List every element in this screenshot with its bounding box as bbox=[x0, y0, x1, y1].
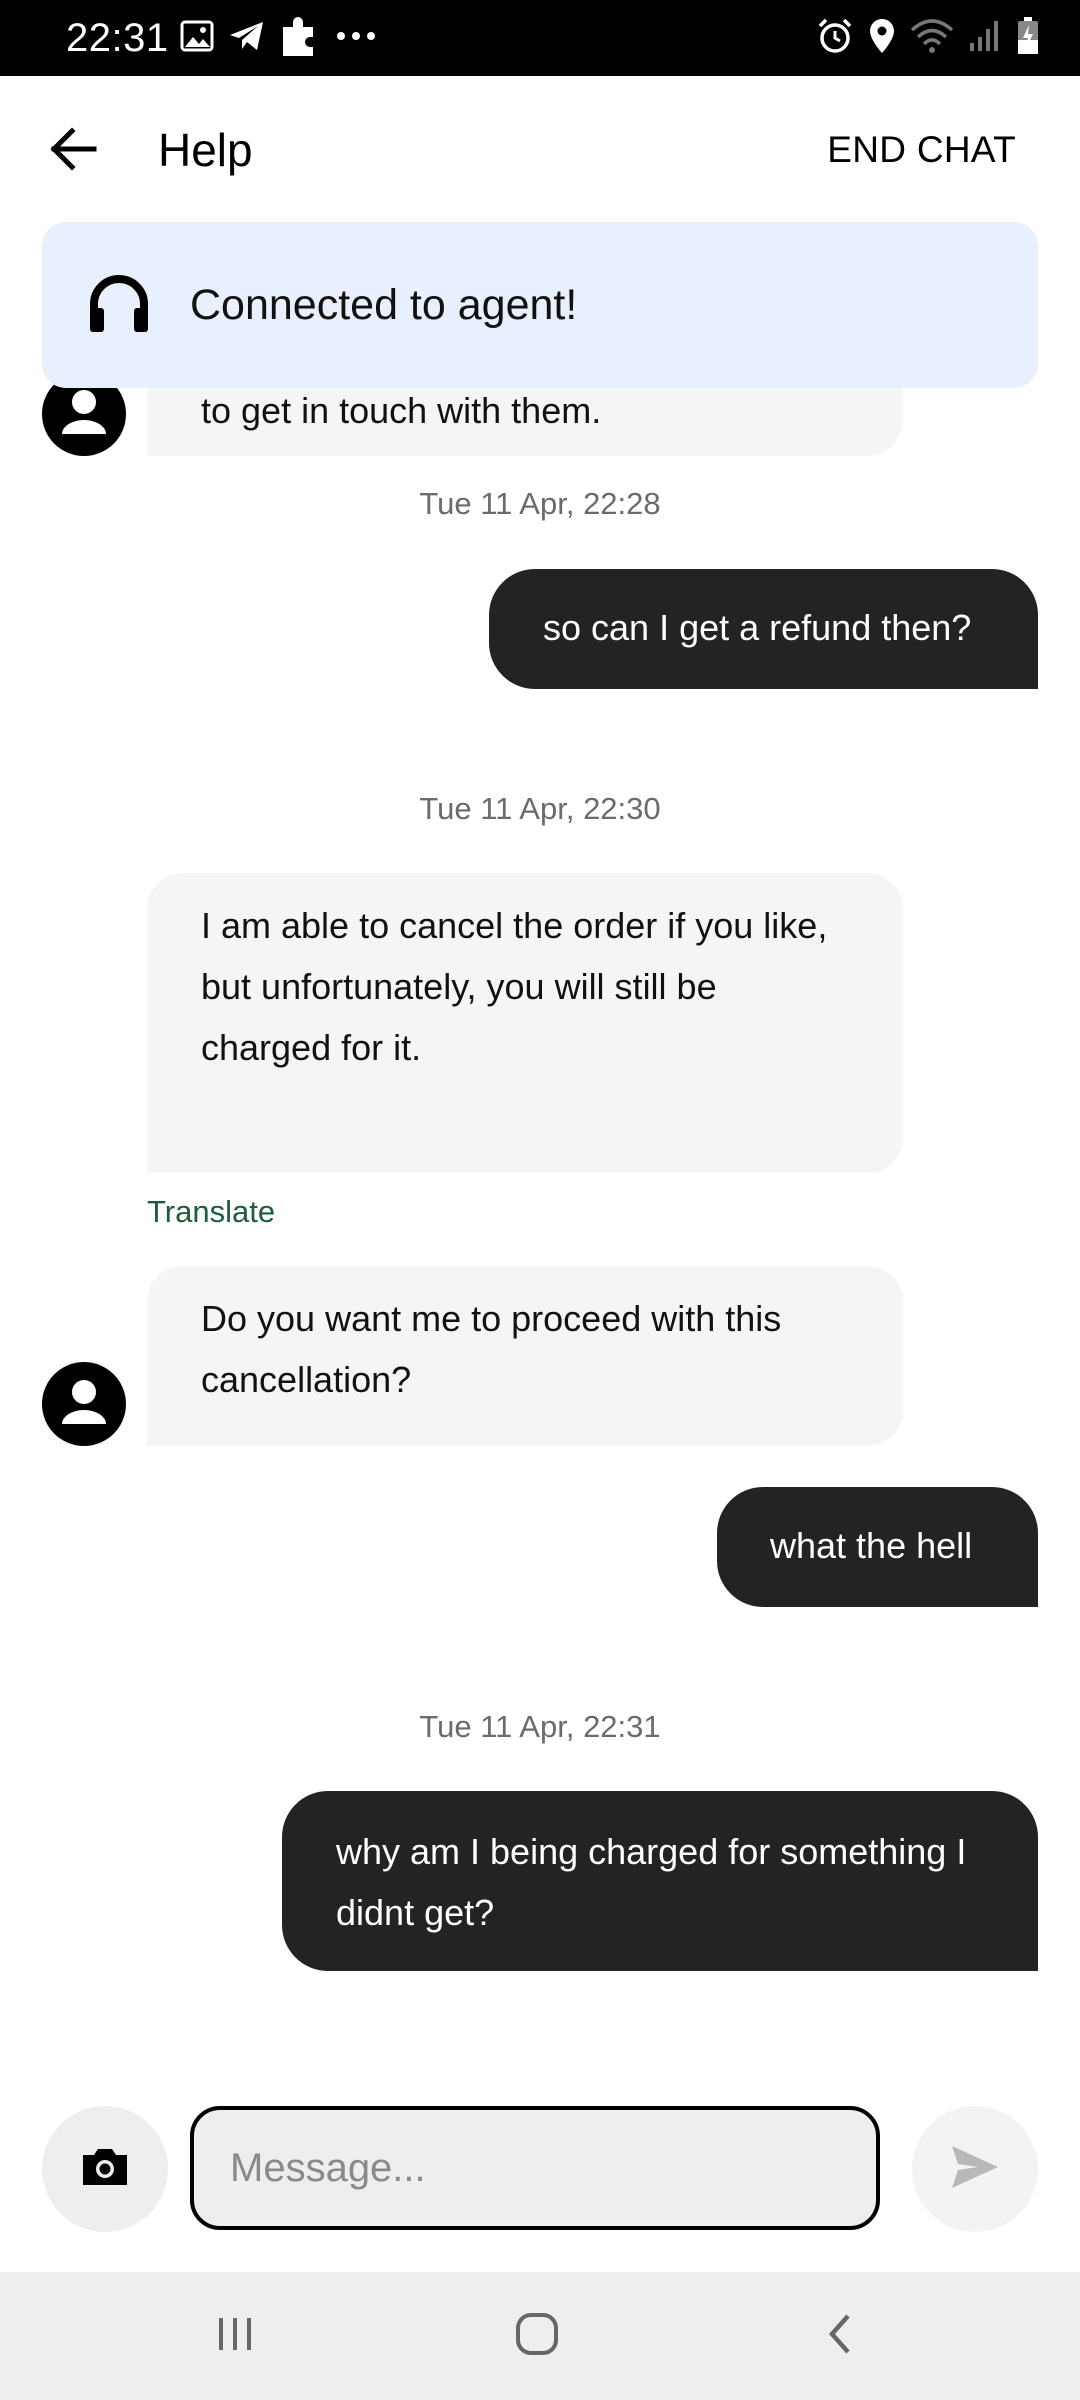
message-timestamp: Tue 11 Apr, 22:30 bbox=[419, 791, 661, 826]
person-icon bbox=[62, 1380, 106, 1424]
message-text: why am I being charged for something I d… bbox=[336, 1831, 967, 1933]
location-icon bbox=[868, 17, 896, 60]
status-time: 22:31 bbox=[66, 16, 169, 60]
message-text: what the hell bbox=[770, 1525, 973, 1566]
message-timestamp: Tue 11 Apr, 22:28 bbox=[419, 486, 661, 521]
battery-charging-icon bbox=[1016, 16, 1040, 61]
send-icon bbox=[948, 2142, 1002, 2197]
status-right-icons bbox=[816, 14, 1040, 62]
nav-back-button[interactable] bbox=[795, 2300, 885, 2372]
home-icon bbox=[513, 2310, 561, 2363]
incoming-message: Do you want me to proceed with this canc… bbox=[147, 1266, 903, 1446]
page-title: Help bbox=[158, 124, 253, 176]
message-text: I am able to cancel the order if you lik… bbox=[201, 905, 828, 1068]
camera-icon bbox=[79, 2145, 131, 2194]
headset-icon bbox=[86, 272, 152, 338]
telegram-icon bbox=[228, 19, 266, 58]
connected-banner: Connected to agent! bbox=[42, 222, 1038, 388]
banner-text: Connected to agent! bbox=[190, 281, 578, 329]
more-dots-icon bbox=[334, 29, 378, 47]
message-text: Do you want me to proceed with this canc… bbox=[201, 1298, 782, 1400]
alarm-icon bbox=[816, 17, 854, 60]
status-left-icons bbox=[180, 14, 378, 62]
agent-avatar bbox=[42, 1362, 126, 1446]
message-text: to get in touch with them. bbox=[201, 390, 602, 431]
translate-link[interactable]: Translate bbox=[147, 1192, 275, 1232]
signal-icon bbox=[968, 19, 1002, 58]
chevron-left-icon bbox=[820, 2310, 860, 2363]
image-icon bbox=[180, 19, 214, 58]
arrow-left-icon bbox=[48, 126, 98, 176]
message-text: so can I get a refund then? bbox=[543, 607, 972, 648]
nav-home-button[interactable] bbox=[492, 2300, 582, 2372]
wifi-icon bbox=[910, 18, 954, 59]
outgoing-message: why am I being charged for something I d… bbox=[282, 1791, 1038, 1971]
chat-area[interactable]: Connected to agent! to get in touch with… bbox=[0, 220, 1080, 2050]
status-bar: 22:31 bbox=[0, 0, 1080, 76]
nav-recents-button[interactable] bbox=[190, 2300, 280, 2372]
system-nav-bar bbox=[0, 2272, 1080, 2400]
composer-bar bbox=[0, 2050, 1080, 2272]
outgoing-message: what the hell bbox=[717, 1487, 1038, 1607]
recents-icon bbox=[213, 2312, 257, 2361]
outgoing-message: so can I get a refund then? bbox=[489, 569, 1038, 689]
app-bar: Help END CHAT bbox=[0, 76, 1080, 220]
send-button[interactable] bbox=[912, 2106, 1038, 2232]
camera-button[interactable] bbox=[42, 2106, 168, 2232]
message-timestamp: Tue 11 Apr, 22:31 bbox=[419, 1709, 661, 1744]
end-chat-button[interactable]: END CHAT bbox=[827, 124, 1016, 176]
back-button[interactable] bbox=[40, 121, 106, 181]
incoming-message: I am able to cancel the order if you lik… bbox=[147, 873, 903, 1173]
puzzle-icon bbox=[280, 15, 320, 62]
message-input[interactable] bbox=[190, 2106, 880, 2230]
